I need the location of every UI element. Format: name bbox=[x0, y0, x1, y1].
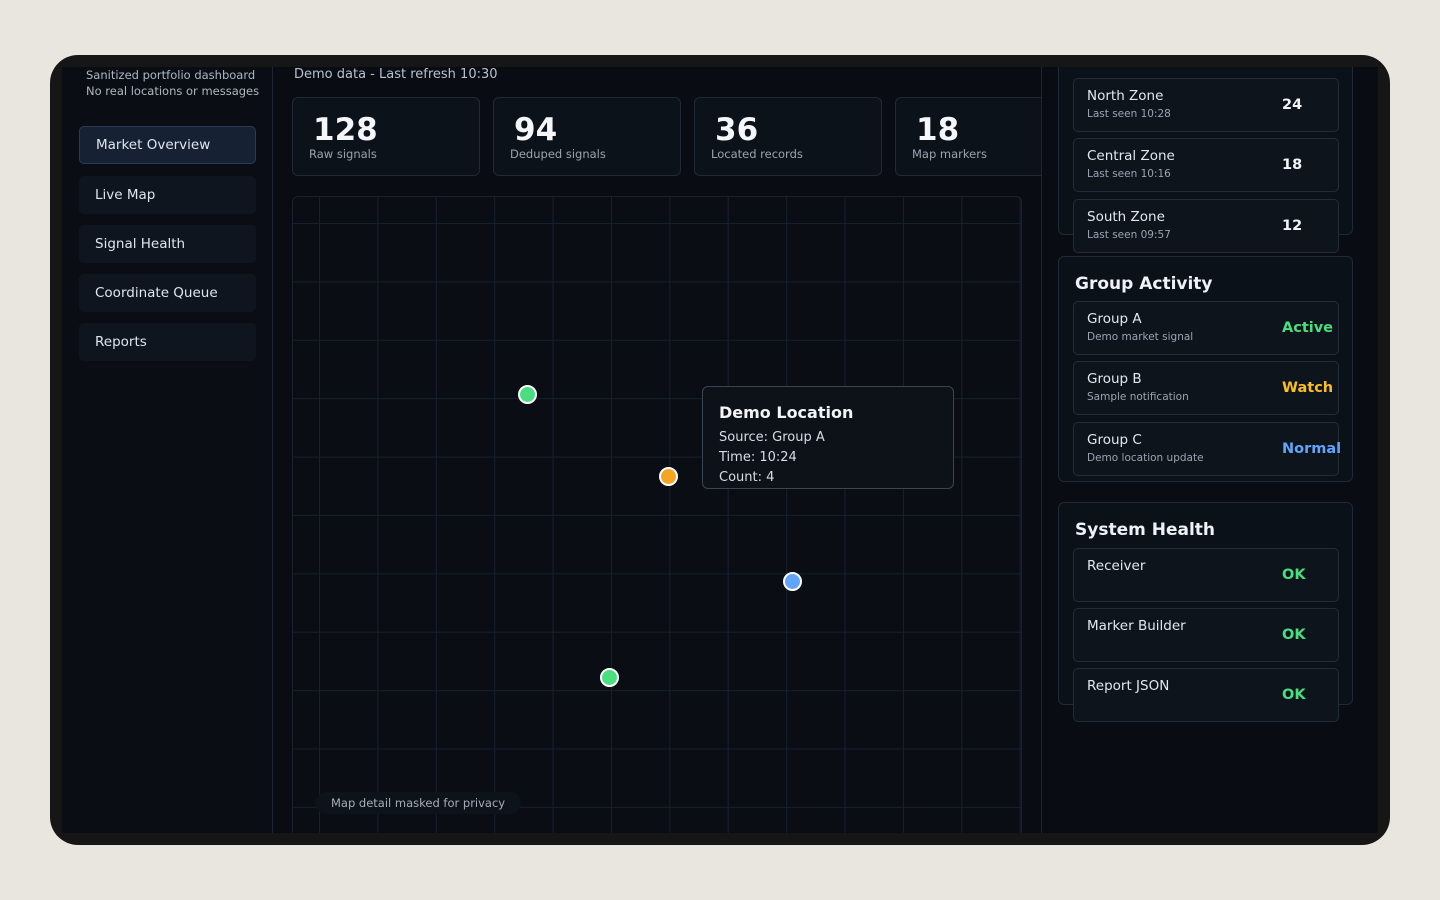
dashboard-screen: Sanitized portfolio dashboard No real lo… bbox=[62, 67, 1378, 833]
stat-value: 128 bbox=[313, 112, 378, 148]
nav-item-market-overview[interactable]: Market Overview bbox=[79, 126, 256, 164]
zone-name: South Zone bbox=[1087, 209, 1165, 225]
zone-row-north[interactable]: North Zone Last seen 10:28 24 bbox=[1073, 78, 1339, 132]
health-row-report-json[interactable]: Report JSON OK bbox=[1073, 668, 1339, 722]
nav-item-live-map[interactable]: Live Map bbox=[79, 176, 256, 214]
tooltip-time: Time: 10:24 bbox=[719, 450, 797, 465]
stat-value: 36 bbox=[715, 112, 759, 148]
zone-last-seen: Last seen 10:28 bbox=[1087, 108, 1171, 120]
status-badge: OK bbox=[1282, 687, 1306, 703]
zone-row-south[interactable]: South Zone Last seen 09:57 12 bbox=[1073, 199, 1339, 253]
stat-label: Map markers bbox=[912, 147, 987, 161]
service-name: Receiver bbox=[1087, 558, 1146, 574]
group-name: Group A bbox=[1087, 311, 1142, 327]
map-privacy-note: Map detail masked for privacy bbox=[315, 792, 522, 814]
group-description: Demo market signal bbox=[1087, 331, 1194, 343]
status-badge: Watch bbox=[1282, 380, 1334, 396]
group-row-a[interactable]: Group A Demo market signal Active bbox=[1073, 301, 1339, 355]
panel-title: Group Activity bbox=[1075, 274, 1213, 294]
service-name: Report JSON bbox=[1087, 678, 1170, 694]
zone-count: 18 bbox=[1282, 157, 1303, 173]
sidebar-note-line1: Sanitized portfolio dashboard bbox=[86, 68, 256, 82]
map-marker-green[interactable] bbox=[600, 668, 619, 687]
page-subtitle: Demo data - Last refresh 10:30 bbox=[294, 67, 498, 82]
group-description: Demo location update bbox=[1087, 452, 1204, 464]
sidebar-note-line2: No real locations or messages bbox=[86, 84, 260, 98]
stat-card-map-markers: 18 Map markers bbox=[895, 97, 1041, 176]
nav-item-coordinate-queue[interactable]: Coordinate Queue bbox=[79, 274, 256, 312]
tooltip-source: Source: Group A bbox=[719, 430, 825, 445]
nav-item-signal-health[interactable]: Signal Health bbox=[79, 225, 256, 263]
zone-last-seen: Last seen 09:57 bbox=[1087, 229, 1171, 241]
health-row-marker-builder[interactable]: Marker Builder OK bbox=[1073, 608, 1339, 662]
zone-last-seen: Last seen 10:16 bbox=[1087, 168, 1171, 180]
zone-row-central[interactable]: Central Zone Last seen 10:16 18 bbox=[1073, 138, 1339, 192]
stat-card-located-records: 36 Located records bbox=[694, 97, 882, 176]
zone-count: 12 bbox=[1282, 218, 1303, 234]
map-marker-green[interactable] bbox=[518, 385, 537, 404]
map-tooltip: Demo Location Source: Group A Time: 10:2… bbox=[702, 386, 954, 489]
stat-card-raw-signals: 128 Raw signals bbox=[292, 97, 480, 176]
group-name: Group C bbox=[1087, 432, 1142, 448]
map-marker-blue[interactable] bbox=[783, 572, 802, 591]
status-badge: Active bbox=[1282, 320, 1334, 336]
stat-value: 94 bbox=[514, 112, 558, 148]
stat-card-deduped-signals: 94 Deduped signals bbox=[493, 97, 681, 176]
stat-label: Deduped signals bbox=[510, 147, 606, 161]
nav-item-reports[interactable]: Reports bbox=[79, 323, 256, 361]
stat-value: 18 bbox=[916, 112, 960, 148]
sidebar-note: Sanitized portfolio dashboard No real lo… bbox=[86, 67, 259, 99]
group-row-b[interactable]: Group B Sample notification Watch bbox=[1073, 361, 1339, 415]
tooltip-title: Demo Location bbox=[719, 403, 854, 422]
tooltip-count: Count: 4 bbox=[719, 470, 775, 485]
zone-count: 24 bbox=[1282, 97, 1303, 113]
zone-name: Central Zone bbox=[1087, 148, 1175, 164]
service-name: Marker Builder bbox=[1087, 618, 1186, 634]
group-name: Group B bbox=[1087, 371, 1142, 387]
sidebar: Sanitized portfolio dashboard No real lo… bbox=[62, 67, 273, 833]
health-row-receiver[interactable]: Receiver OK bbox=[1073, 548, 1339, 602]
status-badge: OK bbox=[1282, 567, 1306, 583]
map-marker-orange[interactable] bbox=[659, 467, 678, 486]
stat-label: Located records bbox=[711, 147, 803, 161]
stat-label: Raw signals bbox=[309, 147, 377, 161]
panel-title: System Health bbox=[1075, 520, 1216, 540]
group-row-c[interactable]: Group C Demo location update Normal bbox=[1073, 422, 1342, 476]
status-badge: Normal bbox=[1282, 441, 1342, 457]
group-description: Sample notification bbox=[1087, 391, 1189, 403]
column-divider bbox=[1041, 67, 1042, 833]
status-badge: OK bbox=[1282, 627, 1306, 643]
live-map[interactable]: Demo Location Source: Group A Time: 10:2… bbox=[292, 196, 1022, 833]
zone-name: North Zone bbox=[1087, 88, 1164, 104]
